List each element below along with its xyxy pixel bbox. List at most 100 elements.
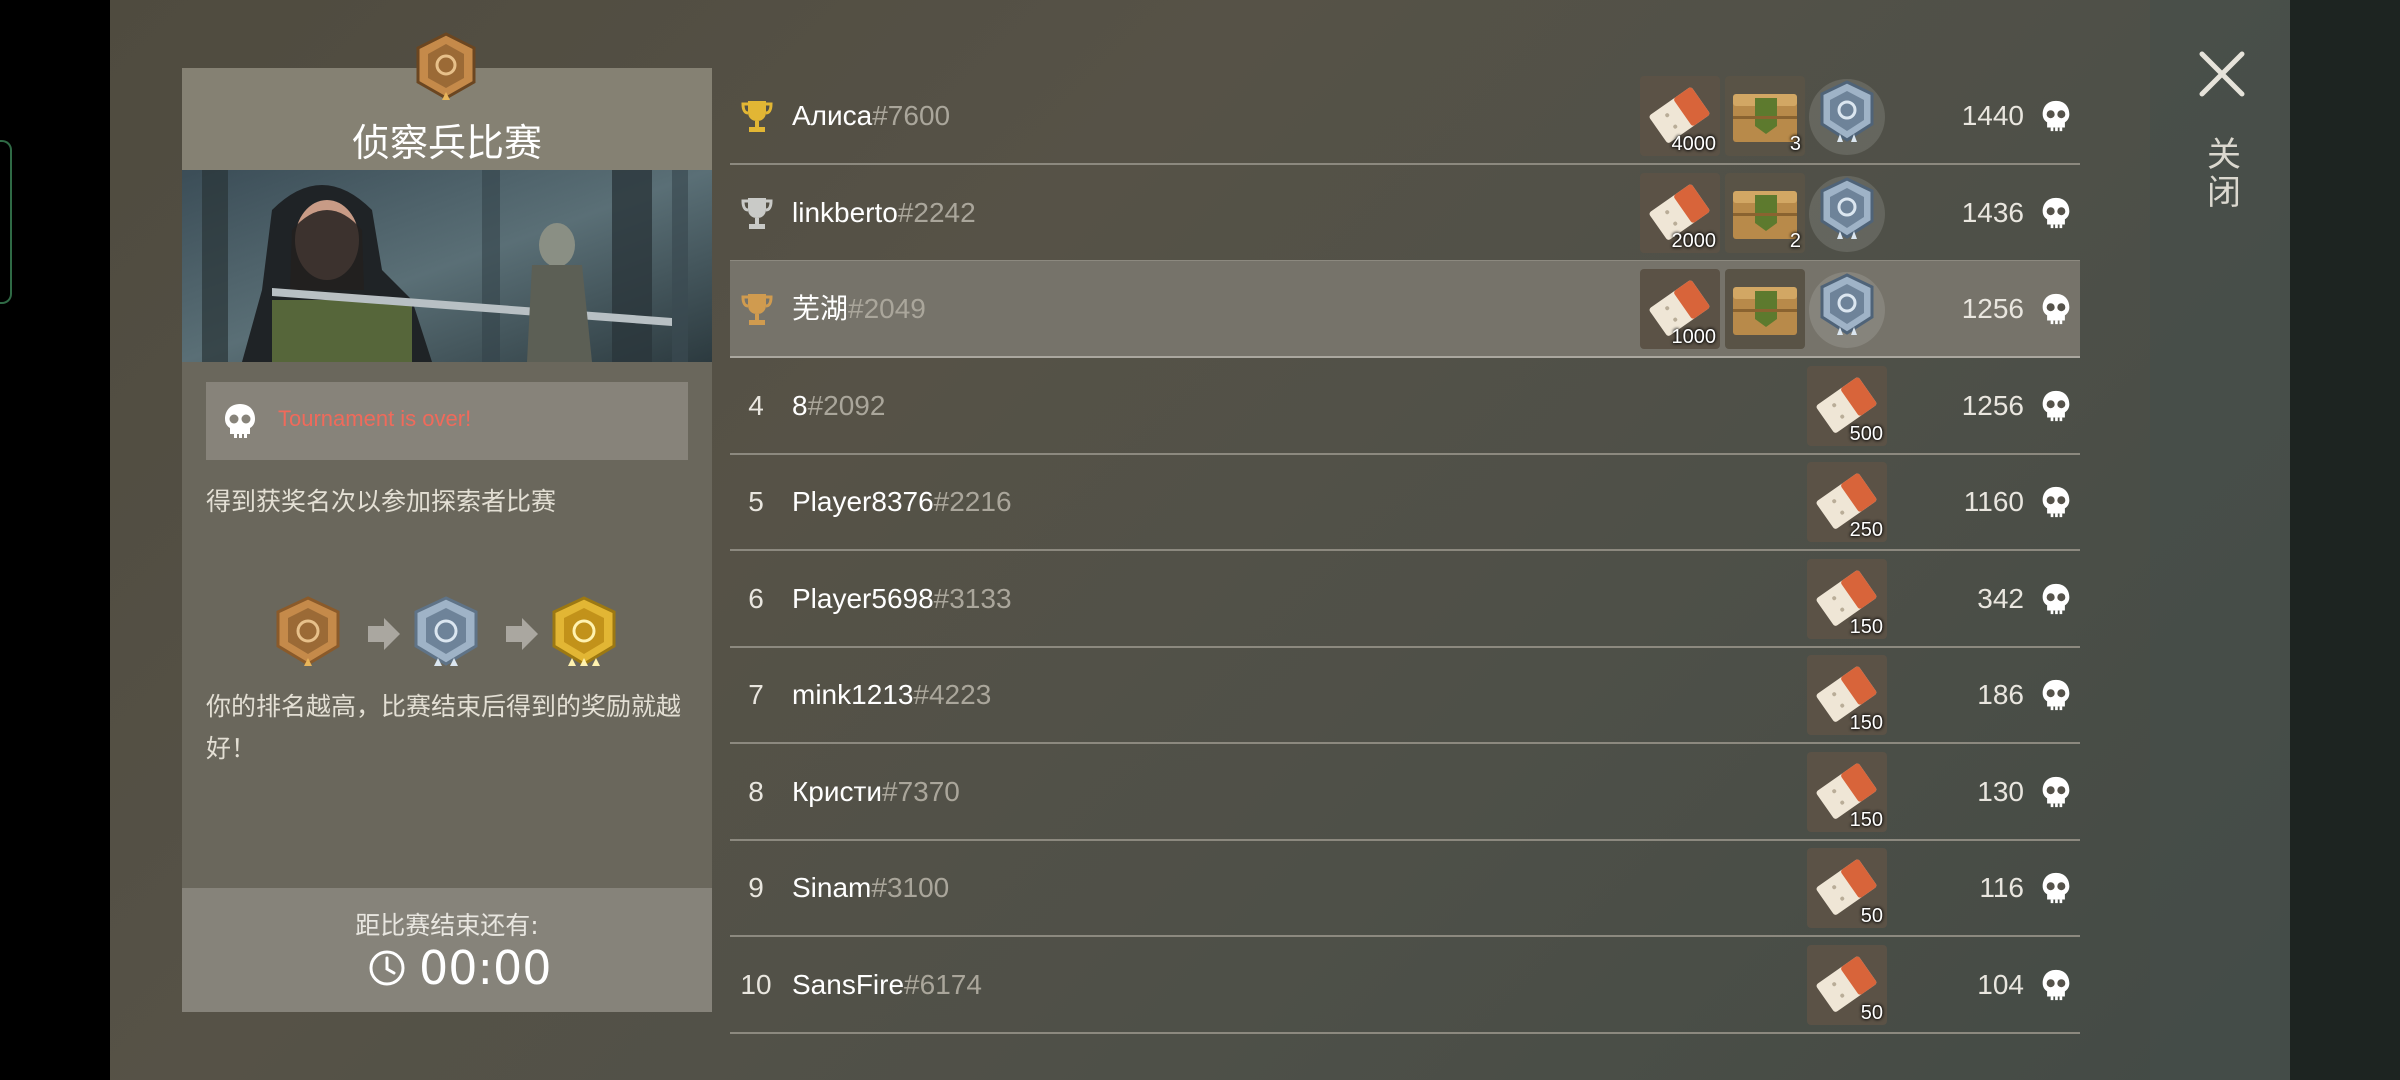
tournament-over-message: Tournament is over! <box>278 406 472 431</box>
crate-reward[interactable]: 3 <box>1725 76 1805 156</box>
ticket-reward[interactable]: 250 <box>1807 462 1887 542</box>
player-name: Sinam <box>792 872 872 903</box>
kill-score: 1160 <box>1963 486 2024 517</box>
player-name: linkberto <box>792 196 898 228</box>
ticket-reward[interactable]: 4000 <box>1640 76 1720 156</box>
ticket-reward[interactable]: 150 <box>1807 751 1887 832</box>
kill-score: 116 <box>1979 872 2024 903</box>
player-name-cell: 8#2092 <box>792 358 885 453</box>
rank-number: 4 <box>748 389 764 421</box>
kill-score: 104 <box>1977 968 2024 1000</box>
player-tag: #7370 <box>882 775 960 807</box>
close-button-label[interactable]: 关闭 <box>2206 136 2242 212</box>
supply-crate-icon <box>1733 287 1797 335</box>
player-name: Player5698 <box>792 582 934 614</box>
reward-count: 2 <box>1789 229 1801 252</box>
reward-count: 250 <box>1849 519 1883 541</box>
rank-number: 7 <box>748 679 764 710</box>
silver-trophy-icon <box>740 195 774 231</box>
ticket-reward[interactable]: 500 <box>1807 365 1887 446</box>
reward-count: 150 <box>1849 615 1883 638</box>
crate-reward[interactable] <box>1725 269 1805 349</box>
close-icon[interactable] <box>2196 48 2248 100</box>
countdown-value: 00:00 <box>419 941 552 995</box>
leaderboard-row[interactable]: 4 8#2092 500 1256 <box>730 358 2080 455</box>
player-tag: #2092 <box>807 389 886 421</box>
skull-icon <box>2040 485 2072 519</box>
skull-icon <box>225 404 255 438</box>
kill-score: 1436 <box>1961 196 2024 228</box>
ticket-reward[interactable]: 50 <box>1807 944 1887 1025</box>
tournament-title: 侦察兵比赛 <box>351 121 542 165</box>
gold-league-badge-icon <box>552 596 616 666</box>
leaderboard-row[interactable]: 7 mink1213#4223 150 186 <box>730 647 2080 744</box>
time-remaining-label: 距比赛结束还有: <box>355 911 539 940</box>
ticket-reward[interactable]: 150 <box>1807 655 1887 735</box>
leaderboard-row[interactable]: linkberto#2242 2000 2 1436 <box>730 165 2080 262</box>
player-tag: #2242 <box>897 196 976 228</box>
reward-count: 150 <box>1849 712 1883 734</box>
leaderboard-row[interactable]: Алиса#7600 4000 3 1440 <box>730 68 2080 165</box>
skull-icon <box>2040 968 2072 1002</box>
reward-count: 500 <box>1849 422 1883 445</box>
rank-number: 8 <box>748 775 764 807</box>
player-name-cell: Алиса#7600 <box>792 68 950 163</box>
silver-league-medal-icon[interactable] <box>1802 265 1892 355</box>
silver-league-medal-icon[interactable] <box>1802 72 1892 162</box>
player-tag: #3133 <box>933 582 1012 614</box>
countdown-timer: 00:00 <box>367 938 552 998</box>
reward-count: 50 <box>1860 1001 1883 1024</box>
player-tag: #3100 <box>871 872 950 903</box>
qualification-description: 得到获奖名次以参加探索者比赛 <box>206 487 557 516</box>
side-edge-tab[interactable] <box>0 140 12 304</box>
leaderboard-row-current-player[interactable]: 芜湖#2049 1000 1256 <box>730 261 2080 358</box>
tournament-info-panel: 侦察兵比赛 Tournament is over! 得到获奖名次以参加探索者比赛… <box>182 68 712 1012</box>
ticket-reward[interactable]: 150 <box>1807 558 1887 639</box>
ticket-reward[interactable]: 2000 <box>1640 172 1720 253</box>
player-name: SansFire <box>792 968 905 1000</box>
player-tag: #7600 <box>872 100 951 131</box>
skull-icon <box>2040 292 2072 326</box>
bronze-league-top-badge-icon <box>414 32 478 104</box>
player-name-cell: Player5698#3133 <box>792 551 1012 646</box>
crate-reward[interactable]: 2 <box>1725 172 1805 253</box>
player-name-cell: linkberto#2242 <box>792 165 976 260</box>
ticket-reward[interactable]: 1000 <box>1640 269 1720 349</box>
player-name: mink1213 <box>792 679 914 710</box>
gold-trophy-icon <box>740 98 774 134</box>
player-name: Алиса <box>792 100 873 131</box>
tournament-status-box: Tournament is over! <box>206 382 688 460</box>
ticket-reward[interactable]: 50 <box>1807 848 1887 928</box>
leaderboard-row[interactable]: 6 Player5698#3133 150 342 <box>730 551 2080 648</box>
skull-icon <box>2040 389 2072 423</box>
kill-score: 342 <box>1977 582 2024 614</box>
skull-icon <box>2040 196 2072 230</box>
reward-count: 50 <box>1860 905 1883 927</box>
player-tag: #4223 <box>913 679 992 710</box>
player-name: 8 <box>792 389 808 421</box>
silver-league-badge-icon <box>414 596 478 666</box>
player-tag: #6174 <box>904 968 982 1000</box>
leaderboard-row[interactable]: 8 Кристи#7370 150 130 <box>730 744 2080 841</box>
reward-count: 4000 <box>1671 133 1717 155</box>
league-progression <box>272 596 622 672</box>
leaderboard-row[interactable]: 9 Sinam#3100 50 116 <box>730 840 2080 937</box>
silver-league-medal-icon[interactable] <box>1802 169 1892 259</box>
leaderboard-row[interactable]: 5 Player8376#2216 250 1160 <box>730 454 2080 551</box>
bronze-trophy-icon <box>740 291 774 327</box>
skull-icon <box>2040 678 2072 712</box>
tournament-banner-image <box>182 170 712 362</box>
rank-reward-hint: 你的排名越高，比赛结束后得到的奖励就越好！ <box>206 692 682 763</box>
player-name-cell: Player8376#2216 <box>792 454 1012 549</box>
skull-icon <box>2040 582 2072 616</box>
player-name-cell: Кристи#7370 <box>792 744 960 839</box>
player-name-cell: SansFire#6174 <box>792 937 982 1032</box>
player-tag: #2049 <box>848 293 926 324</box>
player-name-cell: mink1213#4223 <box>792 647 991 742</box>
rank-number: 9 <box>748 872 764 903</box>
skull-icon <box>2040 99 2072 133</box>
reward-count: 1000 <box>1671 326 1717 348</box>
reward-count: 2000 <box>1671 229 1717 252</box>
player-name: 芜湖 <box>792 293 849 324</box>
leaderboard-row[interactable]: 10 SansFire#6174 50 104 <box>730 937 2080 1034</box>
